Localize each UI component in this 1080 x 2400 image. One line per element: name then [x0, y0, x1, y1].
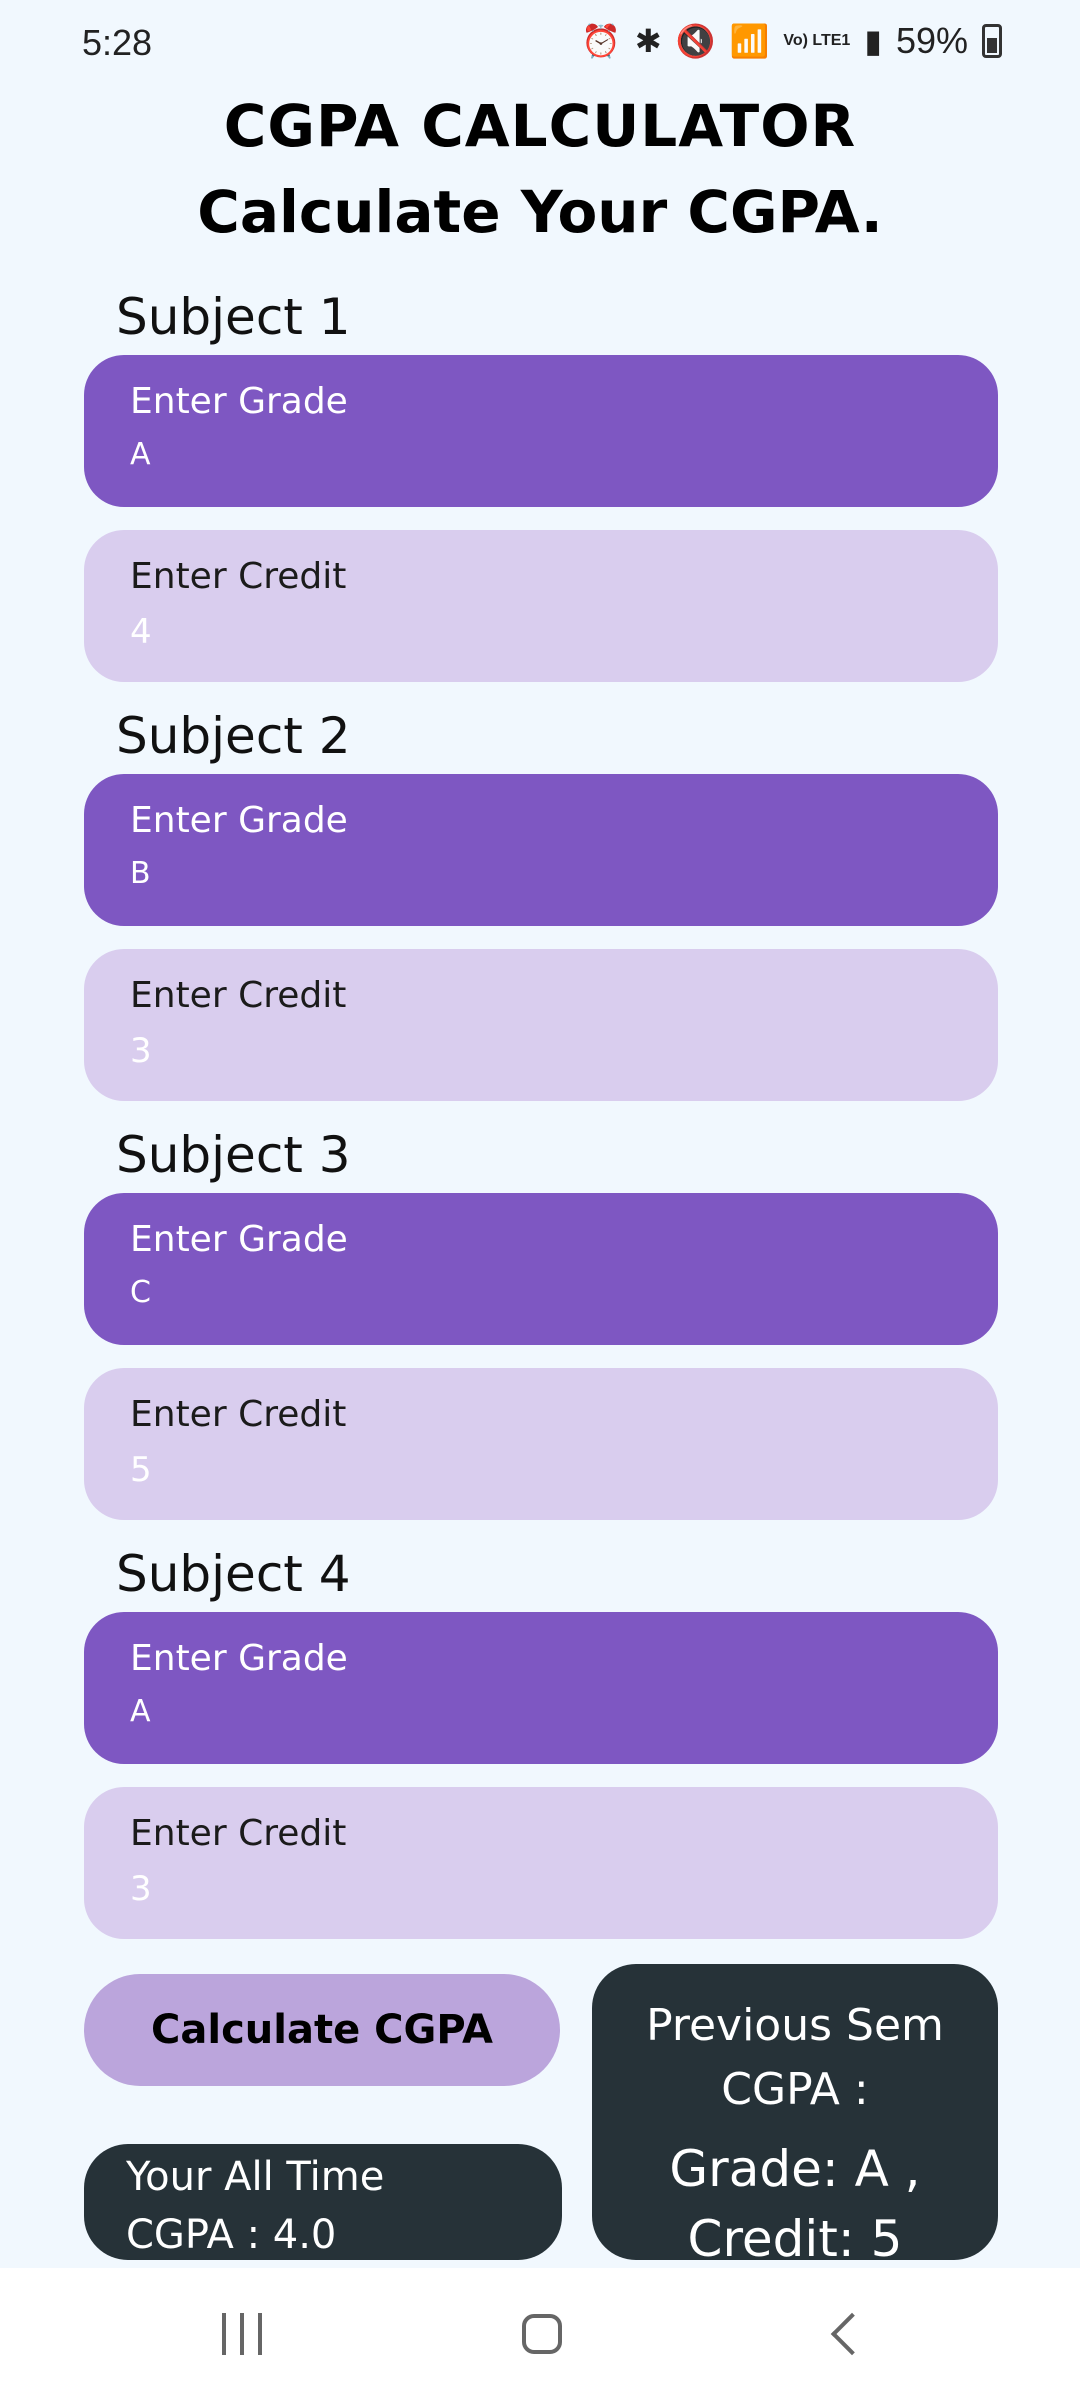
credit-field-value: 4: [130, 612, 152, 652]
grade-field-label: Enter Grade: [130, 800, 348, 841]
wifi-icon: 📶: [729, 23, 770, 59]
calculate-cgpa-button[interactable]: Calculate CGPA: [84, 1974, 560, 2086]
all-time-line-2: CGPA : 4.0: [126, 2212, 337, 2258]
subject-1-credit-field[interactable]: Enter Credit 4: [84, 530, 998, 682]
subject-2-label: Subject 2: [116, 707, 351, 765]
subject-4-grade-field[interactable]: Enter Grade A: [84, 1612, 998, 1764]
previous-sem-grade: Grade: A ,: [669, 2140, 921, 2198]
back-button[interactable]: [756, 2268, 936, 2400]
credit-field-value: 5: [130, 1450, 152, 1490]
credit-field-label: Enter Credit: [130, 1394, 347, 1435]
status-bar: 5:28 ⏰ ✱ 🔇 📶 Vo) LTE1 ▮ 59%: [0, 0, 1080, 90]
all-time-line-1: Your All Time: [126, 2154, 385, 2200]
status-icons: ⏰ ✱ 🔇 📶 Vo) LTE1 ▮ 59%: [581, 20, 1002, 62]
page-title: CGPA CALCULATOR: [223, 92, 857, 160]
credit-field-label: Enter Credit: [130, 556, 347, 597]
all-time-cgpa-card: Your All Time CGPA : 4.0: [84, 2144, 562, 2260]
signal-icon: ▮: [864, 23, 882, 59]
alarm-icon: ⏰: [581, 23, 621, 59]
grade-field-value: C: [130, 1275, 151, 1310]
subject-2-credit-field[interactable]: Enter Credit 3: [84, 949, 998, 1101]
subject-4-credit-field[interactable]: Enter Credit 3: [84, 1787, 998, 1939]
credit-field-value: 3: [130, 1031, 152, 1071]
recents-icon: [222, 2313, 262, 2355]
subject-3-credit-field[interactable]: Enter Credit 5: [84, 1368, 998, 1520]
subject-4-label: Subject 4: [116, 1545, 351, 1603]
navigation-bar: [0, 2268, 1080, 2400]
subject-2-grade-field[interactable]: Enter Grade B: [84, 774, 998, 926]
back-icon: [830, 2312, 874, 2356]
grade-field-value: A: [130, 437, 151, 472]
credit-field-label: Enter Credit: [130, 975, 347, 1016]
home-button[interactable]: [452, 2268, 632, 2400]
subject-3-label: Subject 3: [116, 1126, 351, 1184]
network-label: Vo) LTE1: [783, 32, 851, 49]
previous-sem-title: Previous Sem CGPA :: [646, 2000, 944, 2115]
grade-field-label: Enter Grade: [130, 1638, 348, 1679]
subject-1-label: Subject 1: [116, 288, 351, 346]
subject-3-grade-field[interactable]: Enter Grade C: [84, 1193, 998, 1345]
grade-field-value: A: [130, 1694, 151, 1729]
grade-field-label: Enter Grade: [130, 381, 348, 422]
previous-sem-card: Previous Sem CGPA : Grade: A , Credit: 5: [592, 1964, 998, 2268]
home-icon: [522, 2314, 562, 2354]
mute-icon: 🔇: [675, 23, 716, 59]
subject-1-grade-field[interactable]: Enter Grade A: [84, 355, 998, 507]
page-subtitle: Calculate Your CGPA.: [197, 178, 883, 246]
recents-button[interactable]: [152, 2268, 332, 2400]
battery-percent: 59%: [895, 20, 968, 61]
status-time: 5:28: [82, 22, 153, 63]
grade-field-label: Enter Grade: [130, 1219, 348, 1260]
bluetooth-icon: ✱: [634, 23, 662, 59]
battery-icon: [982, 24, 1002, 58]
grade-field-value: B: [130, 856, 151, 891]
credit-field-value: 3: [130, 1869, 152, 1909]
credit-field-label: Enter Credit: [130, 1813, 347, 1854]
previous-sem-credit: Credit: 5: [687, 2210, 903, 2268]
